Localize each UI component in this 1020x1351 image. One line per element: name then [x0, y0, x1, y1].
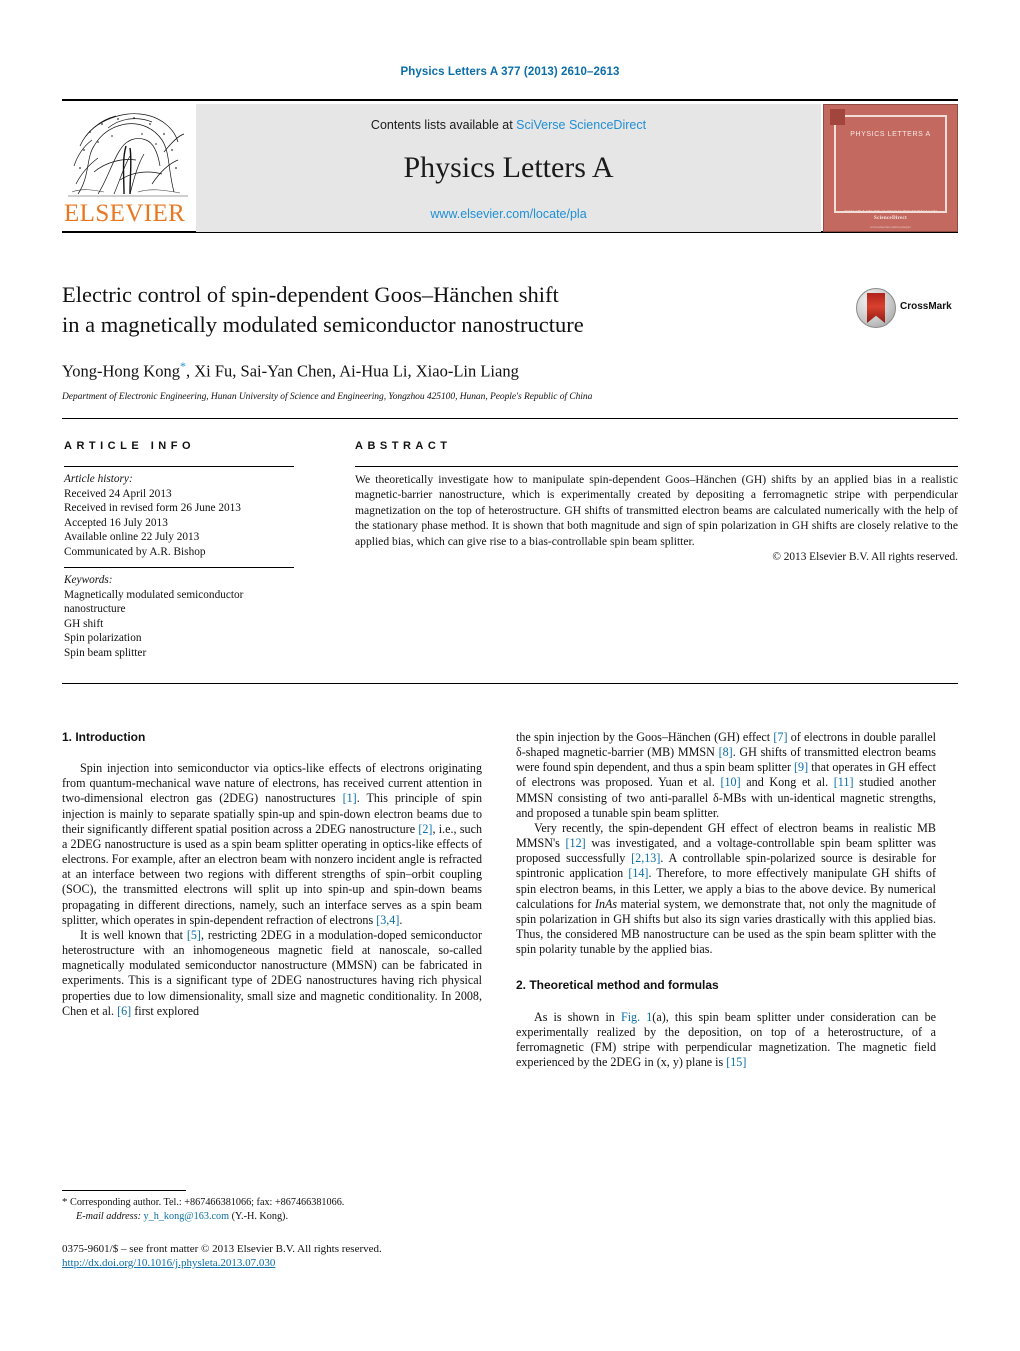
doi-link[interactable]: http://dx.doi.org/10.1016/j.physleta.201…: [62, 1257, 275, 1269]
corresponding-author-footnote: * Corresponding author. Tel.: +867466381…: [62, 1196, 492, 1223]
crossmark-icon: [856, 288, 896, 328]
email-link[interactable]: y_h_kong@163.com: [144, 1211, 230, 1222]
material-name: InAs: [594, 896, 618, 911]
citation-ref[interactable]: [14]: [628, 866, 648, 880]
keyword-line: GH shift: [64, 617, 104, 630]
page-title: Electric control of spin-dependent Goos–…: [62, 280, 822, 340]
paragraph: As is shown in Fig. 1(a), this spin beam…: [516, 1010, 936, 1071]
figure-ref[interactable]: Fig. 1: [621, 1010, 652, 1024]
section-heading-introduction: 1. Introduction: [62, 730, 146, 744]
affiliation: Department of Electronic Engineering, Hu…: [62, 391, 593, 402]
text-run: It is well known that: [80, 927, 187, 942]
contents-available-line: Contents lists available at SciVerse Sci…: [196, 118, 821, 132]
keyword-line: nanostructure: [64, 603, 126, 616]
citation-ref[interactable]: [3,4]: [376, 913, 399, 927]
article-history: Article history: Received 24 April 2013 …: [64, 472, 314, 560]
elsevier-tree-icon: [68, 113, 188, 197]
elsevier-wordmark: ELSEVIER: [64, 200, 186, 227]
elsevier-logo: ELSEVIER: [62, 104, 194, 232]
citation-ref[interactable]: [7]: [773, 730, 787, 744]
running-head: Physics Letters A 377 (2013) 2610–2613: [400, 66, 620, 78]
article-info-rule: [64, 466, 294, 467]
email-owner: (Y.-H. Kong).: [231, 1210, 288, 1222]
author-first: Yong-Hong Kong: [62, 361, 180, 381]
abstract-heading: ABSTRACT: [355, 440, 452, 452]
text-run: As is shown in: [534, 1009, 621, 1024]
cover-title: PHYSICS LETTERS A: [850, 131, 931, 138]
body-column-right: the spin injection by the Goos–Hänchen (…: [516, 730, 936, 1070]
abstract-copyright: © 2013 Elsevier B.V. All rights reserved…: [772, 551, 958, 563]
paragraph: Very recently, the spin-dependent GH eff…: [516, 821, 936, 957]
keyword-line: Magnetically modulated semiconductor: [64, 588, 244, 601]
imprint-block: 0375-9601/$ – see front matter © 2013 El…: [62, 1242, 502, 1270]
abstract-text: We theoretically investigate how to mani…: [355, 473, 958, 548]
article-info-heading: ARTICLE INFO: [64, 440, 195, 452]
issn-copyright-line: 0375-9601/$ – see front matter © 2013 El…: [62, 1243, 382, 1255]
citation-ref[interactable]: [8]: [719, 745, 733, 759]
citation-ref[interactable]: [11]: [834, 775, 854, 789]
masthead-center-panel: Contents lists available at SciVerse Sci…: [196, 104, 821, 232]
text-run: the spin injection by the Goos–Hänchen (…: [516, 730, 774, 744]
footnote-rule: [62, 1190, 186, 1191]
paper-title-line2: in a magnetically modulated semiconducto…: [62, 312, 584, 337]
cover-footer-availability: AVAILABLE ONLINE AT WWW.SCIENCEDIRECT.CO…: [843, 209, 938, 213]
journal-cover-thumbnail: PHYSICS LETTERS A AVAILABLE ONLINE AT WW…: [823, 104, 958, 232]
history-line: Accepted 16 July 2013: [64, 516, 168, 529]
author-rest: , Xi Fu, Sai-Yan Chen, Ai-Hua Li, Xiao-L…: [185, 361, 519, 381]
paper-title-line1: Electric control of spin-dependent Goos–…: [62, 282, 559, 307]
history-line: Received 24 April 2013: [64, 487, 172, 500]
keyword-line: Spin beam splitter: [64, 646, 147, 659]
paragraph: It is well known that [5], restricting 2…: [62, 928, 482, 1019]
keywords-label: Keywords:: [64, 574, 113, 586]
citation-ref[interactable]: [2,13]: [631, 851, 660, 865]
abstract-rule: [355, 466, 958, 467]
keyword-line: Spin polarization: [64, 632, 142, 645]
keywords-list: Keywords: Magnetically modulated semicon…: [64, 573, 314, 661]
footnote-star-marker: *: [62, 1196, 68, 1208]
cover-elsevier-badge: [830, 109, 845, 125]
history-line: Available online 22 July 2013: [64, 531, 200, 544]
sciencedirect-link[interactable]: SciVerse ScienceDirect: [516, 118, 646, 132]
body-column-left: 1. Introduction Spin injection into semi…: [62, 730, 482, 1019]
history-line: Received in revised form 26 June 2013: [64, 502, 241, 515]
keywords-rule: [64, 567, 294, 568]
cover-frame: [834, 115, 947, 213]
footnote-contact-text: Corresponding author. Tel.: +86746638106…: [70, 1197, 345, 1208]
email-label: E-mail address:: [76, 1210, 141, 1222]
journal-title: Physics Letters A: [403, 151, 614, 184]
title-block: Electric control of spin-dependent Goos–…: [62, 280, 822, 402]
text-run: first explored: [131, 1003, 200, 1018]
crossmark-badge[interactable]: CrossMark: [856, 288, 952, 328]
text-run: , i.e., such a 2DEG nanostructure is use…: [62, 821, 482, 927]
crossmark-label: CrossMark: [900, 301, 952, 312]
author-list: Yong-Hong Kong*, Xi Fu, Sai-Yan Chen, Ai…: [62, 359, 822, 382]
text-run: .: [399, 912, 403, 927]
paragraph: the spin injection by the Goos–Hänchen (…: [516, 730, 936, 821]
paper-page: Physics Letters A 377 (2013) 2610–2613 E…: [0, 0, 1020, 1351]
section-heading-theory: 2. Theoretical method and formulas: [516, 978, 719, 993]
text-run: and Kong et al.: [740, 775, 834, 790]
contents-prefix: Contents lists available at: [370, 118, 517, 132]
info-block-top-rule: [62, 418, 958, 419]
cover-footer-sciencedirect: ScienceDirect: [874, 216, 907, 221]
article-history-label: Article history:: [64, 473, 133, 485]
cover-footer-url: www.elsevier.com/locate/pla: [870, 225, 911, 229]
citation-ref[interactable]: [2]: [418, 822, 432, 836]
citation-ref[interactable]: [12]: [566, 836, 586, 850]
citation-ref[interactable]: [15]: [726, 1055, 746, 1069]
citation-ref[interactable]: [1]: [343, 791, 357, 805]
citation-ref[interactable]: [9]: [794, 760, 808, 774]
citation-ref[interactable]: [6]: [117, 1004, 131, 1018]
citation-ref[interactable]: [10]: [720, 775, 740, 789]
citation-ref[interactable]: [5]: [187, 928, 201, 942]
crossmark-bookmark-shape: [867, 293, 885, 323]
journal-homepage-link[interactable]: www.elsevier.com/locate/pla: [196, 207, 821, 221]
history-line: Communicated by A.R. Bishop: [64, 545, 206, 558]
info-block-bottom-rule: [62, 683, 958, 684]
journal-masthead: ELSEVIER Contents lists available at Sci…: [62, 99, 958, 233]
paragraph: Spin injection into semiconductor via op…: [62, 761, 482, 928]
